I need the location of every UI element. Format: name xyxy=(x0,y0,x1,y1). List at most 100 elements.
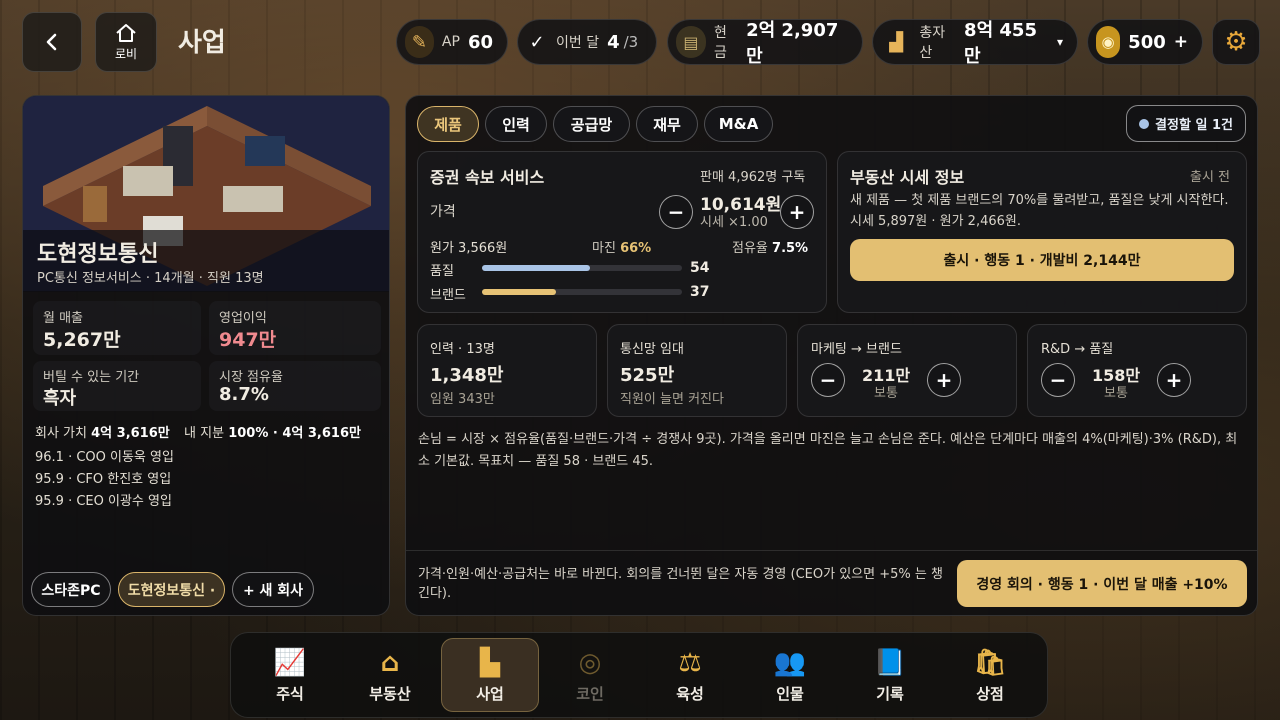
company-chip-starzone[interactable]: 스타존PC xyxy=(31,572,111,607)
growth-chart-icon: ▟ xyxy=(889,31,904,53)
exec-list-item: 96.1 · COO 이동욱 영입 xyxy=(35,450,174,465)
settings-button[interactable]: ⚙ xyxy=(1212,19,1260,65)
nav-label: 기록 xyxy=(876,684,904,703)
tab-supply[interactable]: 공급망 xyxy=(553,106,630,142)
nav-label: 부동산 xyxy=(369,684,411,703)
launch-button[interactable]: 출시 · 행동 1 · 개발비 2,144만 xyxy=(850,239,1234,281)
assets-stat[interactable]: ▟ 총자산 8억 455만 ▾ xyxy=(872,19,1078,67)
coin-stack-icon: ◉ xyxy=(1096,26,1121,58)
nav-label: 상점 xyxy=(976,684,1004,703)
price-decrease-button[interactable]: − xyxy=(659,195,693,229)
lobby-label: 로비 xyxy=(114,46,138,61)
equity-value: 100% · 4억 3,616만 xyxy=(228,426,361,441)
cash-stat[interactable]: ▤ 현금 2억 2,907만 xyxy=(667,19,863,67)
nav-shop[interactable]: 🛍 상점 xyxy=(944,641,1036,711)
nav-label: 육성 xyxy=(676,684,704,703)
price-increase-button[interactable]: + xyxy=(780,195,814,229)
rnd-decrease-button[interactable]: − xyxy=(1041,363,1075,397)
nav-business[interactable]: ▙ 사업 xyxy=(444,641,536,711)
product-name: 증권 속보 서비스 xyxy=(430,168,545,187)
marketing-budget-level: 보통 xyxy=(874,386,898,401)
monthly-sales-label: 월 매출 xyxy=(43,311,84,326)
nav-label: 인물 xyxy=(776,684,804,703)
staff-cost-title: 인력 · 13명 xyxy=(430,342,495,357)
company-subtitle: PC통신 정보서비스 · 14개월 · 직원 13명 xyxy=(37,271,264,286)
quality-bar-fill xyxy=(482,265,590,271)
coins-value: 500 xyxy=(1128,31,1166,53)
gear-icon: ⚙ xyxy=(1224,27,1248,57)
nav-coin[interactable]: ◎ 코인 xyxy=(544,641,636,711)
quality-value: 54 xyxy=(690,260,710,276)
staff-cost-sub: 임원 343만 xyxy=(430,392,495,407)
ap-stat[interactable]: ✎ AP 60 xyxy=(396,19,508,65)
company-panel: 도현정보통신 PC통신 정보서비스 · 14개월 · 직원 13명 월 매출 5… xyxy=(22,95,390,616)
assets-label: 총자산 xyxy=(919,25,946,61)
month-label: 이번 달 xyxy=(556,35,600,51)
shopping-bag-icon: 🛍 xyxy=(973,647,1007,678)
staff-cost-value: 1,348만 xyxy=(430,365,504,386)
cash-value: 2억 2,907만 xyxy=(746,20,839,67)
footer-note: 가격·인원·예산·공급처는 바로 바뀐다. 회의를 건너뛴 달은 자동 경영 (… xyxy=(418,567,943,601)
quality-bar xyxy=(482,265,682,271)
margin-label: 마진 xyxy=(592,241,616,256)
company-value-label: 회사 가치 xyxy=(35,426,87,441)
stock-chart-icon: 📈 xyxy=(273,647,307,678)
tab-staff[interactable]: 인력 xyxy=(485,106,547,142)
nav-training[interactable]: ⚖ 육성 xyxy=(644,641,736,711)
new-product-status: 출시 전 xyxy=(1190,170,1231,185)
coin-icon: ◎ xyxy=(578,647,602,678)
company-chip-dohyun[interactable]: 도현정보통신 · xyxy=(118,572,225,607)
formula-note: 손님 = 시장 × 점유율(품질·브랜드·가격 ÷ 경쟁사 9곳). 가격을 올… xyxy=(418,432,1238,469)
brand-bar xyxy=(482,289,682,295)
new-product-desc: 새 제품 — 첫 제품 브랜드의 70%를 물려받고, 품질은 낮게 시작한다.… xyxy=(850,193,1229,229)
footer-divider xyxy=(406,550,1257,551)
cash-label: 현금 xyxy=(713,25,727,61)
brand-value: 37 xyxy=(690,284,710,300)
marketing-increase-button[interactable]: + xyxy=(927,363,961,397)
market-share-value: 8.7% xyxy=(219,384,269,405)
page-title: 사업 xyxy=(178,28,226,58)
nav-records[interactable]: 📘 기록 xyxy=(844,641,936,711)
network-cost-title: 통신망 임대 xyxy=(620,342,684,357)
exec-list-item: 95.9 · CEO 이광수 영입 xyxy=(35,494,172,509)
tab-mna[interactable]: M&A xyxy=(704,106,773,142)
share-label: 점유율 xyxy=(732,241,768,256)
assets-caret-icon: ▾ xyxy=(1056,35,1063,49)
share-value: 7.5% xyxy=(772,241,809,256)
month-total: /3 xyxy=(623,33,639,51)
back-button[interactable] xyxy=(22,12,82,72)
coins-plus-icon[interactable]: + xyxy=(1174,32,1188,52)
new-product-title: 부동산 시세 정보 xyxy=(850,168,965,187)
coins-stat[interactable]: ◉ 500 + xyxy=(1087,19,1203,65)
market-price-ratio: 시세 ×1.00 xyxy=(700,215,768,230)
check-icon: ✓ xyxy=(529,31,545,53)
brand-bar-fill xyxy=(482,289,556,295)
rnd-budget-level: 보통 xyxy=(1104,386,1128,401)
company-value: 4억 3,616만 xyxy=(91,426,170,441)
meeting-button[interactable]: 경영 회의 · 행동 1 · 이번 달 매출 +10% xyxy=(957,560,1247,607)
marketing-budget-title: 마케팅 → 브랜드 xyxy=(811,342,902,357)
share-row: 점유율 7.5% xyxy=(732,237,808,256)
rnd-increase-button[interactable]: + xyxy=(1157,363,1191,397)
month-value: 4 xyxy=(607,31,620,53)
tab-finance[interactable]: 재무 xyxy=(636,106,698,142)
product-sales: 판매 4,962명 구독 xyxy=(700,170,806,185)
cost-value: 원가 3,566원 xyxy=(430,241,508,256)
lobby-button[interactable]: 로비 xyxy=(95,12,157,72)
runway-label: 버틸 수 있는 기간 xyxy=(43,370,140,385)
month-stat[interactable]: ✓ 이번 달 4 /3 xyxy=(517,19,657,65)
runway-value: 흑자 xyxy=(43,388,77,409)
nav-label: 사업 xyxy=(476,684,504,703)
new-company-button[interactable]: + 새 회사 xyxy=(232,572,314,607)
nav-realestate[interactable]: ⌂ 부동산 xyxy=(344,641,436,711)
company-name: 도현정보통신 xyxy=(37,241,159,267)
tab-product[interactable]: 제품 xyxy=(417,106,479,142)
market-share-label: 시장 점유율 xyxy=(219,370,283,385)
monthly-sales-value: 5,267만 xyxy=(43,329,121,351)
assets-value: 8억 455만 xyxy=(964,20,1037,67)
decision-badge[interactable]: 결정할 일 1건 xyxy=(1126,105,1246,142)
nav-stocks[interactable]: 📈 주식 xyxy=(244,641,336,711)
nav-people[interactable]: 👥 인물 xyxy=(744,641,836,711)
marketing-decrease-button[interactable]: − xyxy=(811,363,845,397)
rnd-budget-title: R&D → 품질 xyxy=(1041,342,1114,357)
